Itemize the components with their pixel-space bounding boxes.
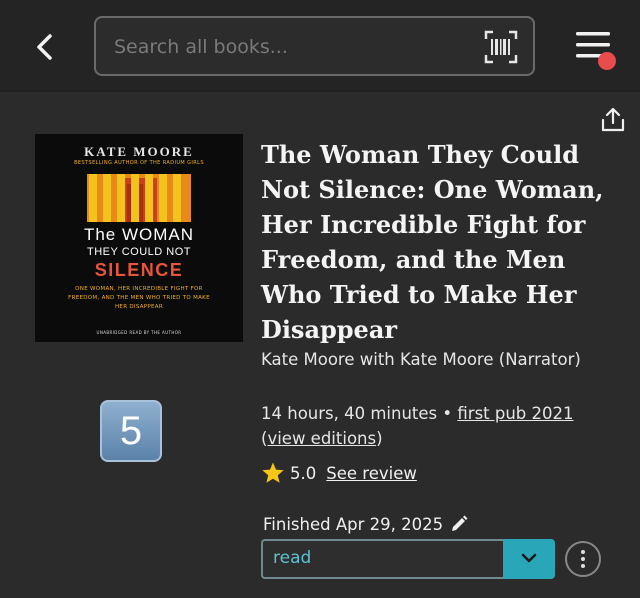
duration: 14 hours, 40 minutes [261,404,438,423]
barcode-scan-icon[interactable] [484,30,518,64]
book-cover[interactable]: KATE MOORE BESTSELLING AUTHOR OF THE RAD… [35,134,243,342]
more-dot [581,557,585,561]
finished-date: Finished Apr 29, 2025 [263,512,468,536]
status-dropdown-button[interactable] [503,539,555,579]
cover-author: KATE MOORE [84,144,194,159]
editions-close-paren: ) [376,429,383,448]
chevron-down-icon [521,553,537,563]
cover-title-line1: The WOMAN [83,225,195,244]
book-meta: 14 hours, 40 minutes • first pub 2021 (v… [261,401,621,451]
top-bar [0,0,640,92]
cover-subtitle: ONE WOMAN, HER INCREDIBLE FIGHT FOR FREE… [68,286,210,310]
status-value: read [273,548,312,568]
reading-status-select[interactable]: read [261,539,503,579]
see-review-link[interactable]: See review [326,464,417,483]
cover-footer: UNABRIDGED READ BY THE AUTHOR [96,330,182,335]
first-pub-link[interactable]: first pub 2021 [457,404,573,423]
more-dot [581,564,585,568]
search-input[interactable] [114,32,474,62]
book-authors: Kate Moore with Kate Moore (Narrator) [261,350,581,369]
star-icon [262,462,284,483]
rating-number-badge: 5 [100,400,162,462]
search-box [94,16,535,76]
cover-title-line2: THEY COULD NOT [87,246,191,258]
finished-text: Finished Apr 29, 2025 [263,514,444,534]
rating-value: 5.0 [290,463,317,483]
rating-row: 5.0 See review [261,459,417,487]
edit-pencil-icon[interactable] [450,515,468,533]
meta-separator: • [437,404,458,423]
book-title: The Woman They Could Not Silence: One Wo… [261,140,604,344]
cover-bars-graphic [87,174,191,222]
cover-tagline: BESTSELLING AUTHOR OF THE RADIUM GIRLS [74,160,204,166]
more-options-button[interactable] [565,541,601,577]
back-arrow-icon[interactable] [30,30,60,64]
view-editions-link[interactable]: view editions [267,429,376,448]
more-dot [581,550,585,554]
notification-dot [598,52,616,70]
share-icon[interactable] [600,106,626,134]
cover-title-line3: SILENCE [94,260,184,280]
